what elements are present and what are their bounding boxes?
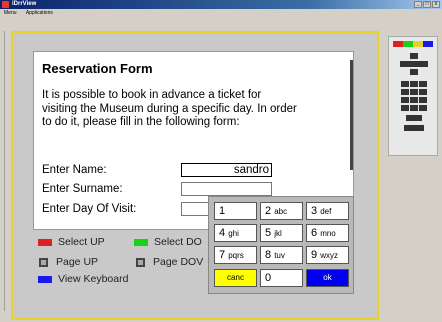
blue-remote-button[interactable] xyxy=(423,41,433,47)
legend-page-up: Page UP xyxy=(36,256,98,268)
red-remote-button[interactable] xyxy=(393,41,403,47)
key-6[interactable]: 6 mno xyxy=(306,224,349,242)
key-2[interactable]: 2 abc xyxy=(260,202,303,220)
page-buttons[interactable] xyxy=(404,125,424,131)
menu-item-applications[interactable]: Applications xyxy=(26,10,53,16)
left-divider xyxy=(4,31,5,311)
select-up-label: Select UP xyxy=(58,236,105,248)
green-key-icon xyxy=(134,238,148,246)
surname-field[interactable] xyxy=(181,182,272,196)
app-icon xyxy=(2,1,9,8)
numpad-key-1[interactable] xyxy=(401,81,409,87)
numpad-key-8[interactable] xyxy=(410,97,418,103)
surname-label: Enter Surname: xyxy=(42,183,123,195)
key-1[interactable]: 1 xyxy=(214,202,257,220)
key-0[interactable]: 0 xyxy=(260,269,303,287)
yellow-remote-button[interactable] xyxy=(413,41,423,47)
numpad-key-5[interactable] xyxy=(410,89,418,95)
numpad-key-9[interactable] xyxy=(419,97,427,103)
dpad-row[interactable] xyxy=(400,61,428,67)
numpad-key-star[interactable] xyxy=(401,105,409,111)
legend-select-down: Select DO xyxy=(134,236,202,248)
legend-page-down: Page DOV xyxy=(133,256,203,268)
numpad-key-3[interactable] xyxy=(419,81,427,87)
window-title: iDrrView xyxy=(12,1,37,7)
day-field[interactable] xyxy=(181,202,211,216)
key-5[interactable]: 5 jkl xyxy=(260,224,303,242)
form-scrollbar[interactable] xyxy=(350,60,353,170)
numpad-key-hash[interactable] xyxy=(419,105,427,111)
day-label: Enter Day Of Visit: xyxy=(42,203,137,215)
numpad-key-4[interactable] xyxy=(401,89,409,95)
menu-item-menu[interactable]: Menu xyxy=(4,10,17,16)
minimize-icon[interactable]: _ xyxy=(414,1,422,8)
cancel-key[interactable]: canc xyxy=(214,269,257,287)
numpad-key-7[interactable] xyxy=(401,97,409,103)
key-7[interactable]: 7 pqrs xyxy=(214,246,257,264)
view-keyboard-label: View Keyboard xyxy=(58,273,129,285)
page-down-icon xyxy=(136,257,145,267)
window-controls: _ □ x xyxy=(414,1,440,8)
remote-control xyxy=(388,36,438,156)
virtual-keypad: 1 2 abc 3 def 4 ghi 5 jkl 6 mno 7 pqrs 8… xyxy=(208,196,354,294)
key-3[interactable]: 3 def xyxy=(306,202,349,220)
up-arrow-button[interactable] xyxy=(410,53,418,59)
numpad-key-6[interactable] xyxy=(419,89,427,95)
select-down-label: Select DO xyxy=(154,236,202,248)
page-up-label: Page UP xyxy=(56,256,99,268)
close-icon[interactable]: x xyxy=(432,1,440,8)
title-bar: iDrrView _ □ x xyxy=(0,0,442,9)
name-field[interactable]: sandro xyxy=(181,163,272,177)
down-arrow-button[interactable] xyxy=(410,69,418,75)
key-4[interactable]: 4 ghi xyxy=(214,224,257,242)
blue-key-icon xyxy=(38,275,52,283)
maximize-icon[interactable]: □ xyxy=(423,1,431,8)
page-down-label: Page DOV xyxy=(153,256,204,268)
menu-bar: Menu Applications xyxy=(0,9,442,17)
legend-view-keyboard: View Keyboard xyxy=(38,273,128,285)
legend-select-up: Select UP xyxy=(38,236,105,248)
exit-button[interactable] xyxy=(406,115,422,121)
red-key-icon xyxy=(38,238,52,246)
form-title: Reservation Form xyxy=(42,61,153,76)
key-9[interactable]: 9 wxyz xyxy=(306,246,349,264)
green-remote-button[interactable] xyxy=(403,41,413,47)
key-8[interactable]: 8 tuv xyxy=(260,246,303,264)
numpad-key-0[interactable] xyxy=(410,105,418,111)
page-up-icon xyxy=(39,257,48,267)
form-intro: It is possible to book in advance a tick… xyxy=(42,89,297,128)
ok-key[interactable]: ok xyxy=(306,269,349,287)
numpad-key-2[interactable] xyxy=(410,81,418,87)
name-label: Enter Name: xyxy=(42,164,107,176)
